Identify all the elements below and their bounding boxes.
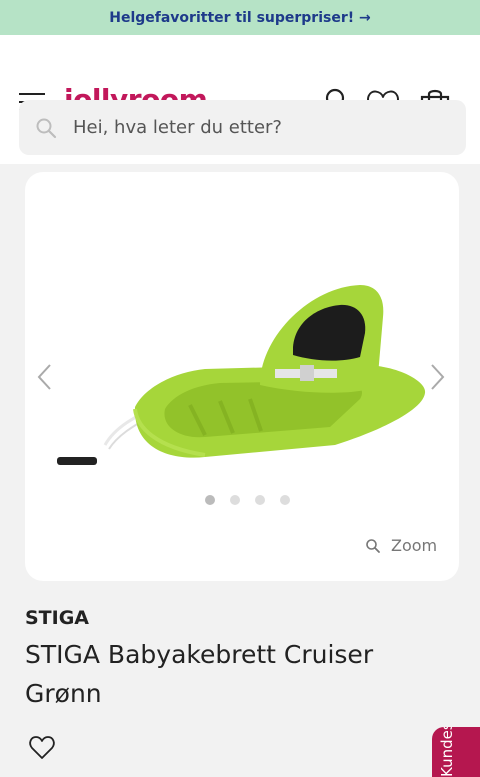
customer-service-tab[interactable]: Kundeservice (432, 727, 480, 777)
customer-service-label: Kundeservice (438, 727, 456, 777)
product-brand[interactable]: STIGA (25, 607, 89, 629)
slide-dot-3[interactable] (255, 495, 265, 505)
promo-banner[interactable]: Helgefavoritter til superpriser! → (0, 0, 480, 35)
search-icon (36, 118, 57, 138)
zoom-button[interactable]: Zoom (365, 536, 437, 555)
zoom-label: Zoom (391, 536, 438, 555)
promo-text[interactable]: Helgefavoritter til superpriser! → (109, 10, 371, 26)
slide-dot-1[interactable] (205, 495, 215, 505)
product-image[interactable] (55, 277, 435, 477)
chevron-left-icon[interactable] (33, 362, 57, 392)
search-bar[interactable] (19, 100, 466, 155)
magnifier-icon (366, 538, 380, 553)
slide-dot-2[interactable] (230, 495, 240, 505)
favorite-heart-icon[interactable] (28, 735, 56, 761)
product-title: STIGA Babyakebrett Cruiser Grønn (25, 640, 374, 708)
search-input[interactable] (73, 117, 433, 138)
product-gallery[interactable]: Zoom (25, 172, 459, 581)
slide-dots (205, 495, 290, 505)
slide-dot-4[interactable] (280, 495, 290, 505)
